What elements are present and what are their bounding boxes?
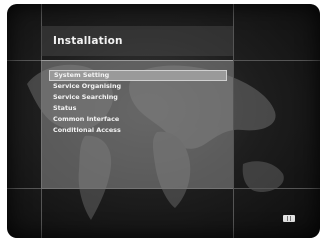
- grid-line: [233, 4, 234, 238]
- menu-item-conditional-access[interactable]: Conditional Access: [49, 125, 229, 136]
- remote-button-icon: [283, 215, 295, 222]
- tv-screen: Installation System Setting Service Orga…: [7, 4, 320, 238]
- menu-item-service-organising[interactable]: Service Organising: [49, 81, 229, 92]
- page-title: Installation: [53, 35, 123, 47]
- menu-item-service-searching[interactable]: Service Searching: [49, 92, 229, 103]
- menu-item-status[interactable]: Status: [49, 103, 229, 114]
- installation-menu: System Setting Service Organising Servic…: [49, 70, 229, 136]
- menu-item-system-setting[interactable]: System Setting: [49, 70, 227, 81]
- menu-item-common-interface[interactable]: Common Interface: [49, 114, 229, 125]
